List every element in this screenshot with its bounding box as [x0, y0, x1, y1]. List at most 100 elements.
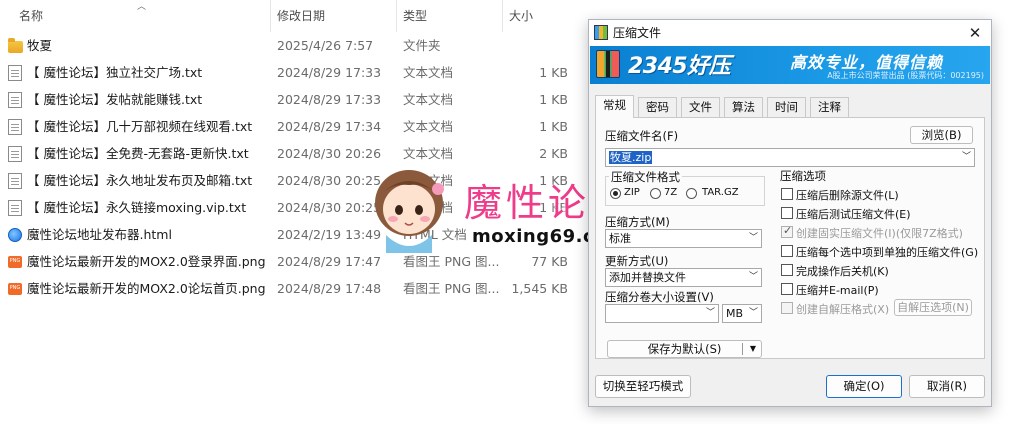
file-name: 【 魔性论坛】全免费-无套路-更新快.txt: [27, 146, 249, 161]
tab-time[interactable]: 时间: [767, 97, 806, 117]
format-targz-radio[interactable]: [686, 188, 697, 199]
file-size: 1 KB: [539, 92, 568, 107]
text-file-icon: [8, 146, 22, 162]
ok-button[interactable]: 确定(O): [826, 375, 902, 398]
test-archive-checkbox[interactable]: [781, 207, 793, 219]
file-type: 文本文档: [403, 92, 454, 107]
column-header-date[interactable]: 修改日期: [277, 0, 325, 32]
save-default-button[interactable]: 保存为默认(S) ▼: [607, 340, 762, 358]
file-date: 2024/8/30 20:25: [277, 173, 382, 188]
file-row[interactable]: 牧夏 2025/4/26 7:57 文件夹: [0, 32, 580, 59]
file-size: 2 KB: [539, 146, 568, 161]
sfx-label: 创建自解压格式(X): [796, 303, 890, 316]
file-date: 2025/4/26 7:57: [277, 38, 374, 53]
column-header-bar: ︿ 名称 修改日期 类型 大小: [0, 0, 580, 32]
tab-files[interactable]: 文件: [681, 97, 720, 117]
format-zip-label[interactable]: ZIP: [624, 187, 640, 198]
file-date: 2024/8/29 17:48: [277, 281, 382, 296]
method-select[interactable]: 标准 ﹀: [605, 229, 762, 248]
dropdown-arrow-icon[interactable]: ▼: [750, 341, 756, 357]
chevron-down-icon[interactable]: ﹀: [749, 305, 758, 322]
archive-app-icon: [594, 25, 608, 40]
shutdown-checkbox[interactable]: [781, 264, 793, 276]
png-file-icon: [8, 256, 22, 268]
email-label[interactable]: 压缩并E-mail(P): [796, 282, 879, 298]
format-group-title: 压缩文件格式: [609, 169, 682, 185]
tab-general[interactable]: 常规: [595, 95, 634, 118]
split-unit-select[interactable]: MB ﹀: [722, 304, 762, 323]
file-row[interactable]: 魔性论坛最新开发的MOX2.0论坛首页.png 2024/8/29 17:48 …: [0, 275, 580, 302]
separate-archives-checkbox[interactable]: [781, 245, 793, 257]
method-value: 标准: [609, 232, 631, 245]
column-header-name[interactable]: 名称: [19, 0, 43, 32]
file-date: 2024/8/29 17:47: [277, 254, 382, 269]
archive-name-field[interactable]: 牧夏.zip ﹀: [605, 148, 975, 167]
file-row[interactable]: 【 魔性论坛】几十万部视频在线观看.txt 2024/8/29 17:34 文本…: [0, 113, 580, 140]
file-row[interactable]: 【 魔性论坛】发帖就能赚钱.txt 2024/8/29 17:33 文本文档 1…: [0, 86, 580, 113]
sort-ascending-icon: ︿: [137, 2, 147, 12]
format-7z-radio[interactable]: [650, 188, 661, 199]
chevron-down-icon[interactable]: ﹀: [749, 269, 758, 286]
browse-button[interactable]: 浏览(B): [910, 126, 973, 144]
tab-password[interactable]: 密码: [638, 97, 677, 117]
chevron-down-icon[interactable]: ﹀: [749, 230, 758, 247]
text-file-icon: [8, 119, 22, 135]
light-mode-button[interactable]: 切换至轻巧模式: [595, 375, 691, 398]
folder-icon: [8, 38, 23, 53]
file-date: 2024/8/29 17:33: [277, 65, 382, 80]
update-label: 更新方式(U): [605, 254, 669, 268]
file-size: 77 KB: [531, 254, 568, 269]
email-checkbox[interactable]: [781, 283, 793, 295]
column-header-type[interactable]: 类型: [403, 0, 427, 32]
update-value: 添加并替换文件: [609, 271, 686, 284]
format-targz-label[interactable]: TAR.GZ: [702, 187, 739, 198]
shutdown-label[interactable]: 完成操作后关机(K): [796, 263, 889, 279]
file-name: 牧夏: [27, 38, 53, 53]
file-row[interactable]: 【 魔性论坛】独立社交广场.txt 2024/8/29 17:33 文本文档 1…: [0, 59, 580, 86]
compress-dialog: 压缩文件 ✕ 2345好压 高效专业，值得信赖 A股上市公司荣誉出品 (股票代码…: [588, 19, 992, 407]
sfx-options-button: 自解压选项(N): [894, 299, 972, 316]
file-name: 魔性论坛最新开发的MOX2.0论坛首页.png: [27, 281, 266, 296]
cancel-button[interactable]: 取消(R): [909, 375, 985, 398]
method-label: 压缩方式(M): [605, 215, 670, 229]
delete-source-label[interactable]: 压缩后删除源文件(L): [796, 187, 899, 203]
file-name: 【 魔性论坛】几十万部视频在线观看.txt: [27, 119, 253, 134]
options-group-title: 压缩选项: [780, 169, 826, 183]
file-date: 2024/8/29 17:34: [277, 119, 382, 134]
dialog-title: 压缩文件: [613, 26, 662, 40]
file-date: 2024/2/19 13:49: [277, 227, 382, 242]
solid-archive-checkbox: [781, 224, 793, 238]
haozip-logo-icon: [596, 50, 620, 78]
file-name: 【 魔性论坛】永久链接moxing.vip.txt: [27, 200, 247, 215]
update-select[interactable]: 添加并替换文件 ﹀: [605, 268, 762, 287]
file-size: 1,545 KB: [511, 281, 568, 296]
separate-archives-label[interactable]: 压缩每个选中项到单独的压缩文件(G): [796, 244, 978, 260]
column-divider[interactable]: [396, 0, 397, 32]
file-type: 文本文档: [403, 65, 454, 80]
file-name: 【 魔性论坛】发帖就能赚钱.txt: [27, 92, 203, 107]
test-archive-label[interactable]: 压缩后测试压缩文件(E): [796, 206, 911, 222]
split-size-input[interactable]: ﹀: [605, 304, 719, 323]
column-divider[interactable]: [502, 0, 503, 32]
general-tab-panel: 压缩文件名(F) 浏览(B) 牧夏.zip ﹀ 压缩文件格式 ZIP 7Z TA…: [595, 117, 985, 359]
file-date: 2024/8/30 20:26: [277, 146, 382, 161]
dialog-titlebar[interactable]: 压缩文件 ✕: [589, 20, 991, 46]
save-default-label: 保存为默认(S): [647, 342, 722, 356]
chevron-down-icon[interactable]: ﹀: [962, 149, 971, 166]
file-type: 文件夹: [403, 38, 441, 53]
file-row[interactable]: 魔性论坛最新开发的MOX2.0登录界面.png 2024/8/29 17:47 …: [0, 248, 580, 275]
column-header-size[interactable]: 大小: [509, 0, 533, 32]
delete-source-checkbox[interactable]: [781, 188, 793, 200]
file-row[interactable]: 【 魔性论坛】全免费-无套路-更新快.txt 2024/8/30 20:26 文…: [0, 140, 580, 167]
tab-comment[interactable]: 注释: [810, 97, 849, 117]
mascot-girl-icon: [375, 170, 444, 253]
tab-algorithm[interactable]: 算法: [724, 97, 763, 117]
file-date: 2024/8/30 20:25: [277, 200, 382, 215]
chevron-down-icon[interactable]: ﹀: [706, 305, 715, 322]
format-zip-radio[interactable]: [610, 188, 621, 199]
close-button[interactable]: ✕: [963, 21, 987, 45]
column-divider[interactable]: [270, 0, 271, 32]
file-size: 1 KB: [539, 65, 568, 80]
split-unit-value: MB: [726, 307, 744, 320]
format-7z-label[interactable]: 7Z: [664, 187, 677, 198]
